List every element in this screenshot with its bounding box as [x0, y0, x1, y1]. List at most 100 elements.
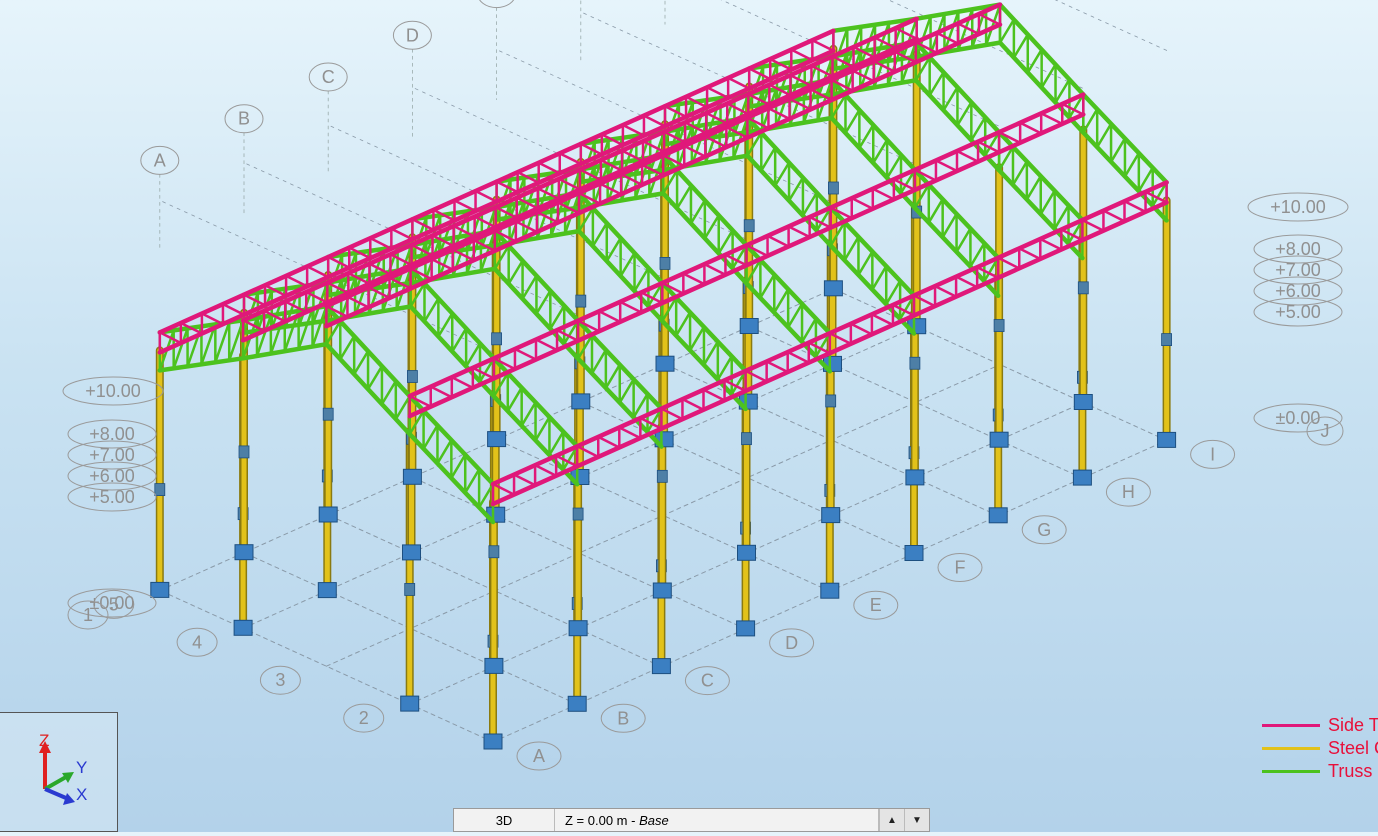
side-truss-diagonal[interactable]: [1102, 209, 1126, 223]
column-splice[interactable]: [154, 483, 166, 497]
roof-truss-diagonal[interactable]: [857, 250, 874, 277]
base-plate[interactable]: [737, 544, 756, 561]
roof-truss-diagonal[interactable]: [773, 161, 791, 187]
side-truss-diagonal[interactable]: [765, 360, 789, 374]
base-plate[interactable]: [988, 507, 1008, 524]
base-plate[interactable]: [1072, 469, 1092, 486]
base-plate[interactable]: [483, 733, 503, 750]
roof-truss-diagonal[interactable]: [858, 123, 875, 150]
roof-truss-diagonal[interactable]: [998, 18, 1016, 44]
roof-truss-diagonal[interactable]: [339, 334, 356, 361]
grid-bubble-bottom[interactable]: D: [769, 628, 815, 658]
roof-truss[interactable]: [324, 303, 412, 437]
base-plate[interactable]: [823, 280, 843, 297]
side-truss-diagonal[interactable]: [811, 38, 835, 53]
base-plate[interactable]: [318, 506, 338, 523]
column-splice[interactable]: [406, 370, 418, 383]
roof-truss-diagonal[interactable]: [872, 138, 889, 165]
grid-bubble-left-1[interactable]: 1: [67, 600, 109, 630]
base-plate[interactable]: [484, 657, 504, 674]
roof-truss[interactable]: [407, 393, 496, 525]
roof-truss-diagonal[interactable]: [956, 100, 973, 127]
side-truss-diagonal[interactable]: [849, 322, 874, 336]
roof-truss-diagonal[interactable]: [352, 349, 370, 376]
base-plate[interactable]: [821, 507, 841, 524]
roof-truss-diagonal[interactable]: [436, 438, 453, 465]
roof-truss-diagonal[interactable]: [759, 273, 776, 300]
base-plate[interactable]: [652, 582, 672, 599]
side-truss-diagonal[interactable]: [870, 313, 895, 327]
roof-truss-diagonal[interactable]: [604, 363, 621, 390]
side-truss-diagonal[interactable]: [1123, 200, 1147, 214]
grid-bubble-top[interactable]: A: [140, 145, 180, 175]
grid-bubble-bottom[interactable]: F: [937, 553, 983, 582]
side-truss-diagonal[interactable]: [450, 376, 475, 390]
current-level-field[interactable]: Z = 0.00 m - Base: [555, 809, 879, 831]
roof-truss-diagonal[interactable]: [844, 108, 861, 135]
base-plate[interactable]: [905, 469, 925, 486]
roof-truss-diagonal[interactable]: [928, 71, 945, 97]
column-splice[interactable]: [488, 545, 500, 559]
base-plate[interactable]: [651, 658, 671, 675]
side-truss-diagonal[interactable]: [702, 388, 726, 402]
side-truss-diagonal[interactable]: [305, 265, 330, 279]
grid-bubble-bottom[interactable]: A: [516, 741, 562, 771]
view-mode-field[interactable]: 3D: [454, 809, 555, 831]
side-truss-diagonal[interactable]: [954, 275, 979, 289]
roof-truss-diagonal[interactable]: [942, 86, 959, 112]
base-plate[interactable]: [820, 582, 840, 599]
base-plate[interactable]: [150, 581, 170, 598]
column-splice[interactable]: [572, 507, 584, 521]
base-plate[interactable]: [736, 620, 756, 637]
grid-bubble-top[interactable]: D: [392, 20, 432, 50]
roof-truss-diagonal[interactable]: [366, 364, 384, 391]
roof-truss-diagonal[interactable]: [437, 312, 454, 338]
roof-truss-diagonal[interactable]: [534, 415, 551, 442]
roof-truss-diagonal[interactable]: [451, 327, 468, 353]
base-plate[interactable]: [487, 431, 507, 448]
side-truss-diagonal[interactable]: [474, 189, 498, 203]
column-splice[interactable]: [659, 256, 671, 270]
column-splice[interactable]: [1077, 281, 1089, 295]
side-truss-diagonal[interactable]: [726, 76, 751, 90]
roof-truss-diagonal[interactable]: [521, 274, 538, 301]
base-plate[interactable]: [402, 468, 422, 485]
roof-truss-diagonal[interactable]: [605, 236, 622, 263]
base-plate[interactable]: [989, 431, 1009, 448]
grid-bubble-bottom[interactable]: G: [1021, 515, 1067, 545]
column-splice[interactable]: [491, 332, 503, 346]
base-plate[interactable]: [904, 545, 924, 561]
side-truss-diagonal[interactable]: [786, 350, 810, 364]
side-truss-diagonal[interactable]: [682, 272, 706, 286]
roof-truss-diagonal[interactable]: [927, 197, 944, 224]
side-truss-diagonal[interactable]: [597, 435, 621, 449]
side-truss-diagonal[interactable]: [1018, 121, 1043, 135]
structure-3d-view[interactable]: ABCDEFGHIABCDEFGHI23452345+10.00+8.00+7.…: [0, 0, 1378, 832]
column-splice[interactable]: [322, 407, 334, 421]
roof-truss-diagonal[interactable]: [506, 386, 523, 413]
base-plate[interactable]: [234, 544, 254, 561]
grid-bubble-bottom[interactable]: B: [600, 703, 646, 733]
roof-truss-diagonal[interactable]: [970, 115, 987, 142]
side-truss-diagonal[interactable]: [956, 22, 981, 36]
column-splice[interactable]: [993, 319, 1005, 332]
side-truss-diagonal[interactable]: [618, 426, 642, 440]
roof-truss-diagonal[interactable]: [1109, 137, 1127, 164]
level-up-button[interactable]: ▲: [879, 809, 904, 831]
roof-truss-diagonal[interactable]: [1082, 107, 1099, 134]
grid-bubble-bottom[interactable]: H: [1105, 477, 1151, 507]
roof-truss-diagonal[interactable]: [688, 325, 706, 352]
roof-truss-diagonal[interactable]: [450, 453, 467, 480]
side-truss-diagonal[interactable]: [512, 473, 537, 487]
roof-truss-diagonal[interactable]: [590, 348, 608, 375]
side-truss-diagonal[interactable]: [534, 338, 559, 352]
roof-truss-diagonal[interactable]: [464, 342, 482, 368]
structure-members[interactable]: [150, 2, 1177, 750]
base-plate[interactable]: [568, 620, 588, 637]
roof-truss-diagonal[interactable]: [1054, 78, 1071, 104]
roof-truss-diagonal[interactable]: [801, 191, 819, 217]
column-splice[interactable]: [656, 469, 668, 483]
roof-truss-diagonal[interactable]: [380, 379, 398, 406]
roof-truss-diagonal[interactable]: [1012, 33, 1030, 59]
roof-truss-diagonal[interactable]: [423, 297, 440, 323]
